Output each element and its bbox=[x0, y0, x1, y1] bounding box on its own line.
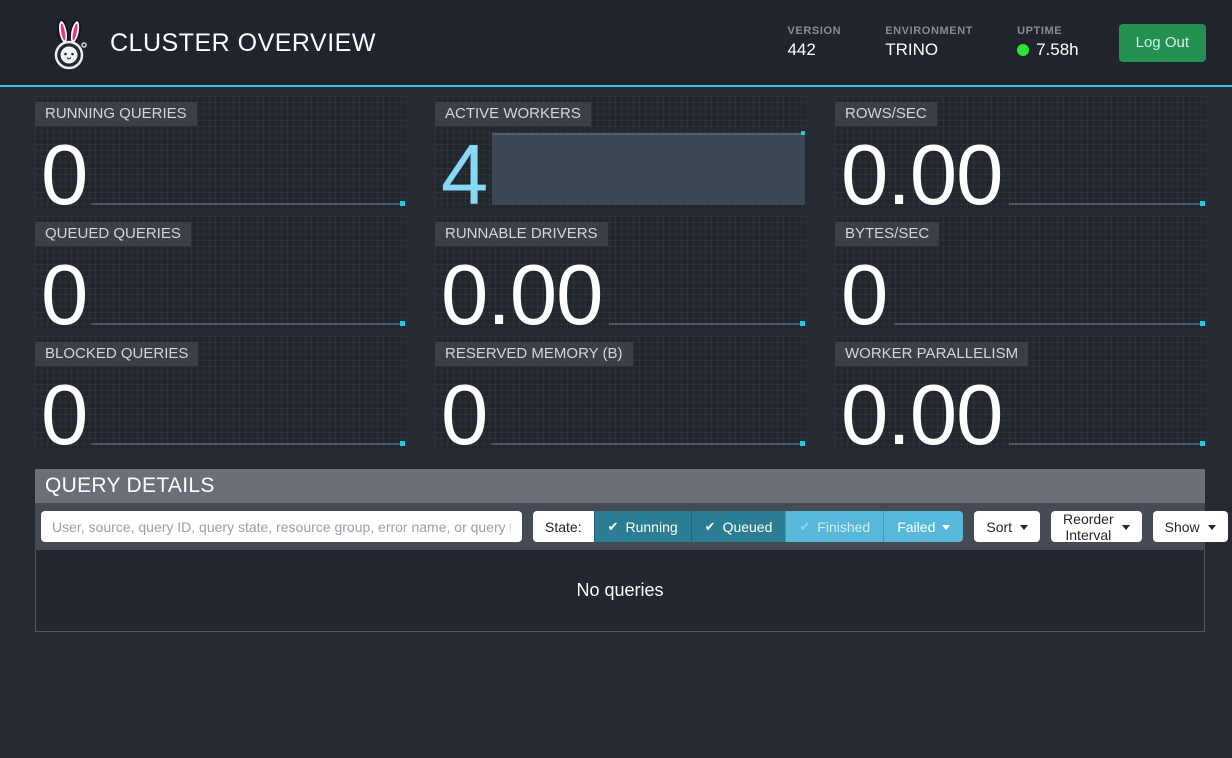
main-content: RUNNING QUERIES0ACTIVE WORKERS4ROWS/SEC0… bbox=[0, 87, 1232, 632]
metrics-grid: RUNNING QUERIES0ACTIVE WORKERS4ROWS/SEC0… bbox=[35, 96, 1205, 448]
metric-label: QUEUED QUERIES bbox=[35, 222, 191, 246]
toolbar-button-label: Reorder Interval bbox=[1063, 511, 1114, 543]
sparkline-chart bbox=[91, 203, 405, 205]
chevron-down-icon bbox=[1122, 525, 1130, 530]
sparkline-chart bbox=[91, 443, 405, 445]
logout-button[interactable]: Log Out bbox=[1119, 24, 1206, 62]
metric-tile-blocked-queries: BLOCKED QUERIES0 bbox=[35, 336, 405, 448]
query-details-panel: QUERY DETAILS State: ✔ Running ✔ Queued ✔ Fin… bbox=[35, 469, 1205, 632]
app-header: CLUSTER OVERVIEW VERSION 442 ENVIRONMENT TR… bbox=[0, 0, 1232, 87]
header-stat-version: VERSION 442 bbox=[787, 25, 841, 60]
state-filter-button-label: Queued bbox=[723, 519, 773, 535]
metric-value: 0.00 bbox=[841, 137, 1002, 215]
query-list-empty: No queries bbox=[35, 550, 1205, 632]
sparkline-point-icon bbox=[801, 131, 805, 135]
metric-label: RUNNING QUERIES bbox=[35, 102, 197, 126]
sparkline-point-icon bbox=[1200, 201, 1205, 206]
page-title: CLUSTER OVERVIEW bbox=[110, 29, 376, 58]
metric-label: BYTES/SEC bbox=[835, 222, 939, 246]
metric-label: ROWS/SEC bbox=[835, 102, 937, 126]
stat-value: 442 bbox=[787, 40, 841, 60]
toolbar-sort-button[interactable]: Sort bbox=[974, 511, 1040, 542]
metric-tile-worker-parallelism: WORKER PARALLELISM0.00 bbox=[835, 336, 1205, 448]
toolbar-button-label: Sort bbox=[986, 519, 1012, 535]
sparkline-chart bbox=[609, 323, 804, 325]
sparkline-point-icon bbox=[1200, 321, 1205, 326]
metric-label: RUNNABLE DRIVERS bbox=[435, 222, 608, 246]
query-toolbar: State: ✔ Running ✔ Queued ✔ Finished Failed So… bbox=[35, 503, 1205, 550]
state-filter-button-label: Running bbox=[626, 519, 678, 535]
metric-label: ACTIVE WORKERS bbox=[435, 102, 591, 126]
metric-value: 0.00 bbox=[841, 377, 1002, 455]
sparkline-point-icon bbox=[800, 321, 805, 326]
stat-label: UPTIME bbox=[1017, 25, 1079, 37]
metric-value: 0.00 bbox=[441, 257, 602, 335]
no-queries-message: No queries bbox=[576, 580, 663, 601]
chevron-down-icon bbox=[942, 525, 950, 530]
metric-tile-running-queries: RUNNING QUERIES0 bbox=[35, 96, 405, 208]
sparkline-point-icon bbox=[400, 441, 405, 446]
trino-bunny-logo-icon[interactable] bbox=[48, 19, 92, 71]
state-filter-label: State: bbox=[533, 511, 594, 542]
metric-value: 0 bbox=[841, 257, 887, 335]
uptime-status-icon bbox=[1017, 44, 1029, 56]
check-icon: ✔ bbox=[705, 519, 716, 535]
toolbar-reorder-interval-button[interactable]: Reorder Interval bbox=[1051, 511, 1142, 542]
state-filter-button-label: Failed bbox=[897, 519, 935, 535]
toolbar-show-button[interactable]: Show bbox=[1153, 511, 1228, 542]
sparkline-chart bbox=[91, 323, 405, 325]
sparkline-chart bbox=[1009, 443, 1204, 445]
chevron-down-icon bbox=[1020, 525, 1028, 530]
metric-tile-rows-sec: ROWS/SEC0.00 bbox=[835, 96, 1205, 208]
state-filter-running-button[interactable]: ✔ Running bbox=[594, 511, 691, 542]
sparkline-point-icon bbox=[400, 201, 405, 206]
stat-value-text: TRINO bbox=[885, 40, 938, 60]
query-details-header: QUERY DETAILS bbox=[35, 469, 1205, 503]
metric-tile-reserved-memory-b: RESERVED MEMORY (B)0 bbox=[435, 336, 805, 448]
state-filter-group: State: ✔ Running ✔ Queued ✔ Finished Failed bbox=[533, 511, 963, 542]
stat-value: TRINO bbox=[885, 40, 973, 60]
metric-tile-active-workers: ACTIVE WORKERS4 bbox=[435, 96, 805, 208]
query-search-input[interactable] bbox=[41, 511, 522, 542]
metric-value: 4 bbox=[441, 137, 487, 215]
sparkline-point-icon bbox=[800, 441, 805, 446]
toolbar-button-label: Show bbox=[1165, 519, 1200, 535]
header-right: VERSION 442 ENVIRONMENT TRINO UPTIME 7.58h Lo… bbox=[787, 24, 1206, 62]
stat-value-text: 442 bbox=[787, 40, 815, 60]
metric-tile-bytes-sec: BYTES/SEC0 bbox=[835, 216, 1205, 328]
header-stat-uptime: UPTIME 7.58h bbox=[1017, 25, 1079, 60]
cluster-stats: VERSION 442 ENVIRONMENT TRINO UPTIME 7.58h bbox=[787, 25, 1078, 60]
stat-label: VERSION bbox=[787, 25, 841, 37]
stat-value-text: 7.58h bbox=[1036, 40, 1079, 60]
metric-label: BLOCKED QUERIES bbox=[35, 342, 198, 366]
sparkline-chart bbox=[894, 323, 1204, 325]
sparkline-point-icon bbox=[400, 321, 405, 326]
metric-tile-queued-queries: QUEUED QUERIES0 bbox=[35, 216, 405, 328]
metric-value: 0 bbox=[41, 377, 87, 455]
check-icon: ✔ bbox=[608, 519, 619, 535]
state-filter-button-label: Finished bbox=[817, 519, 870, 535]
header-stat-environment: ENVIRONMENT TRINO bbox=[885, 25, 973, 60]
sparkline-chart bbox=[1009, 203, 1204, 205]
stat-value: 7.58h bbox=[1017, 40, 1079, 60]
metric-value: 0 bbox=[41, 257, 87, 335]
metric-tile-runnable-drivers: RUNNABLE DRIVERS0.00 bbox=[435, 216, 805, 328]
chevron-down-icon bbox=[1208, 525, 1216, 530]
metric-label: RESERVED MEMORY (B) bbox=[435, 342, 633, 366]
stat-label: ENVIRONMENT bbox=[885, 25, 973, 37]
metric-value: 0 bbox=[41, 137, 87, 215]
state-filter-failed-button[interactable]: Failed bbox=[883, 511, 963, 542]
metric-value: 0 bbox=[441, 377, 487, 455]
state-filter-finished-button[interactable]: ✔ Finished bbox=[785, 511, 883, 542]
sparkline-chart bbox=[491, 443, 805, 445]
check-icon: ✔ bbox=[799, 519, 810, 535]
metric-label: WORKER PARALLELISM bbox=[835, 342, 1028, 366]
sparkline-area-chart bbox=[492, 133, 805, 205]
state-filter-queued-button[interactable]: ✔ Queued bbox=[691, 511, 786, 542]
sparkline-point-icon bbox=[1200, 441, 1205, 446]
toolbar-dropdowns: Sort Reorder Interval Show bbox=[974, 511, 1227, 542]
